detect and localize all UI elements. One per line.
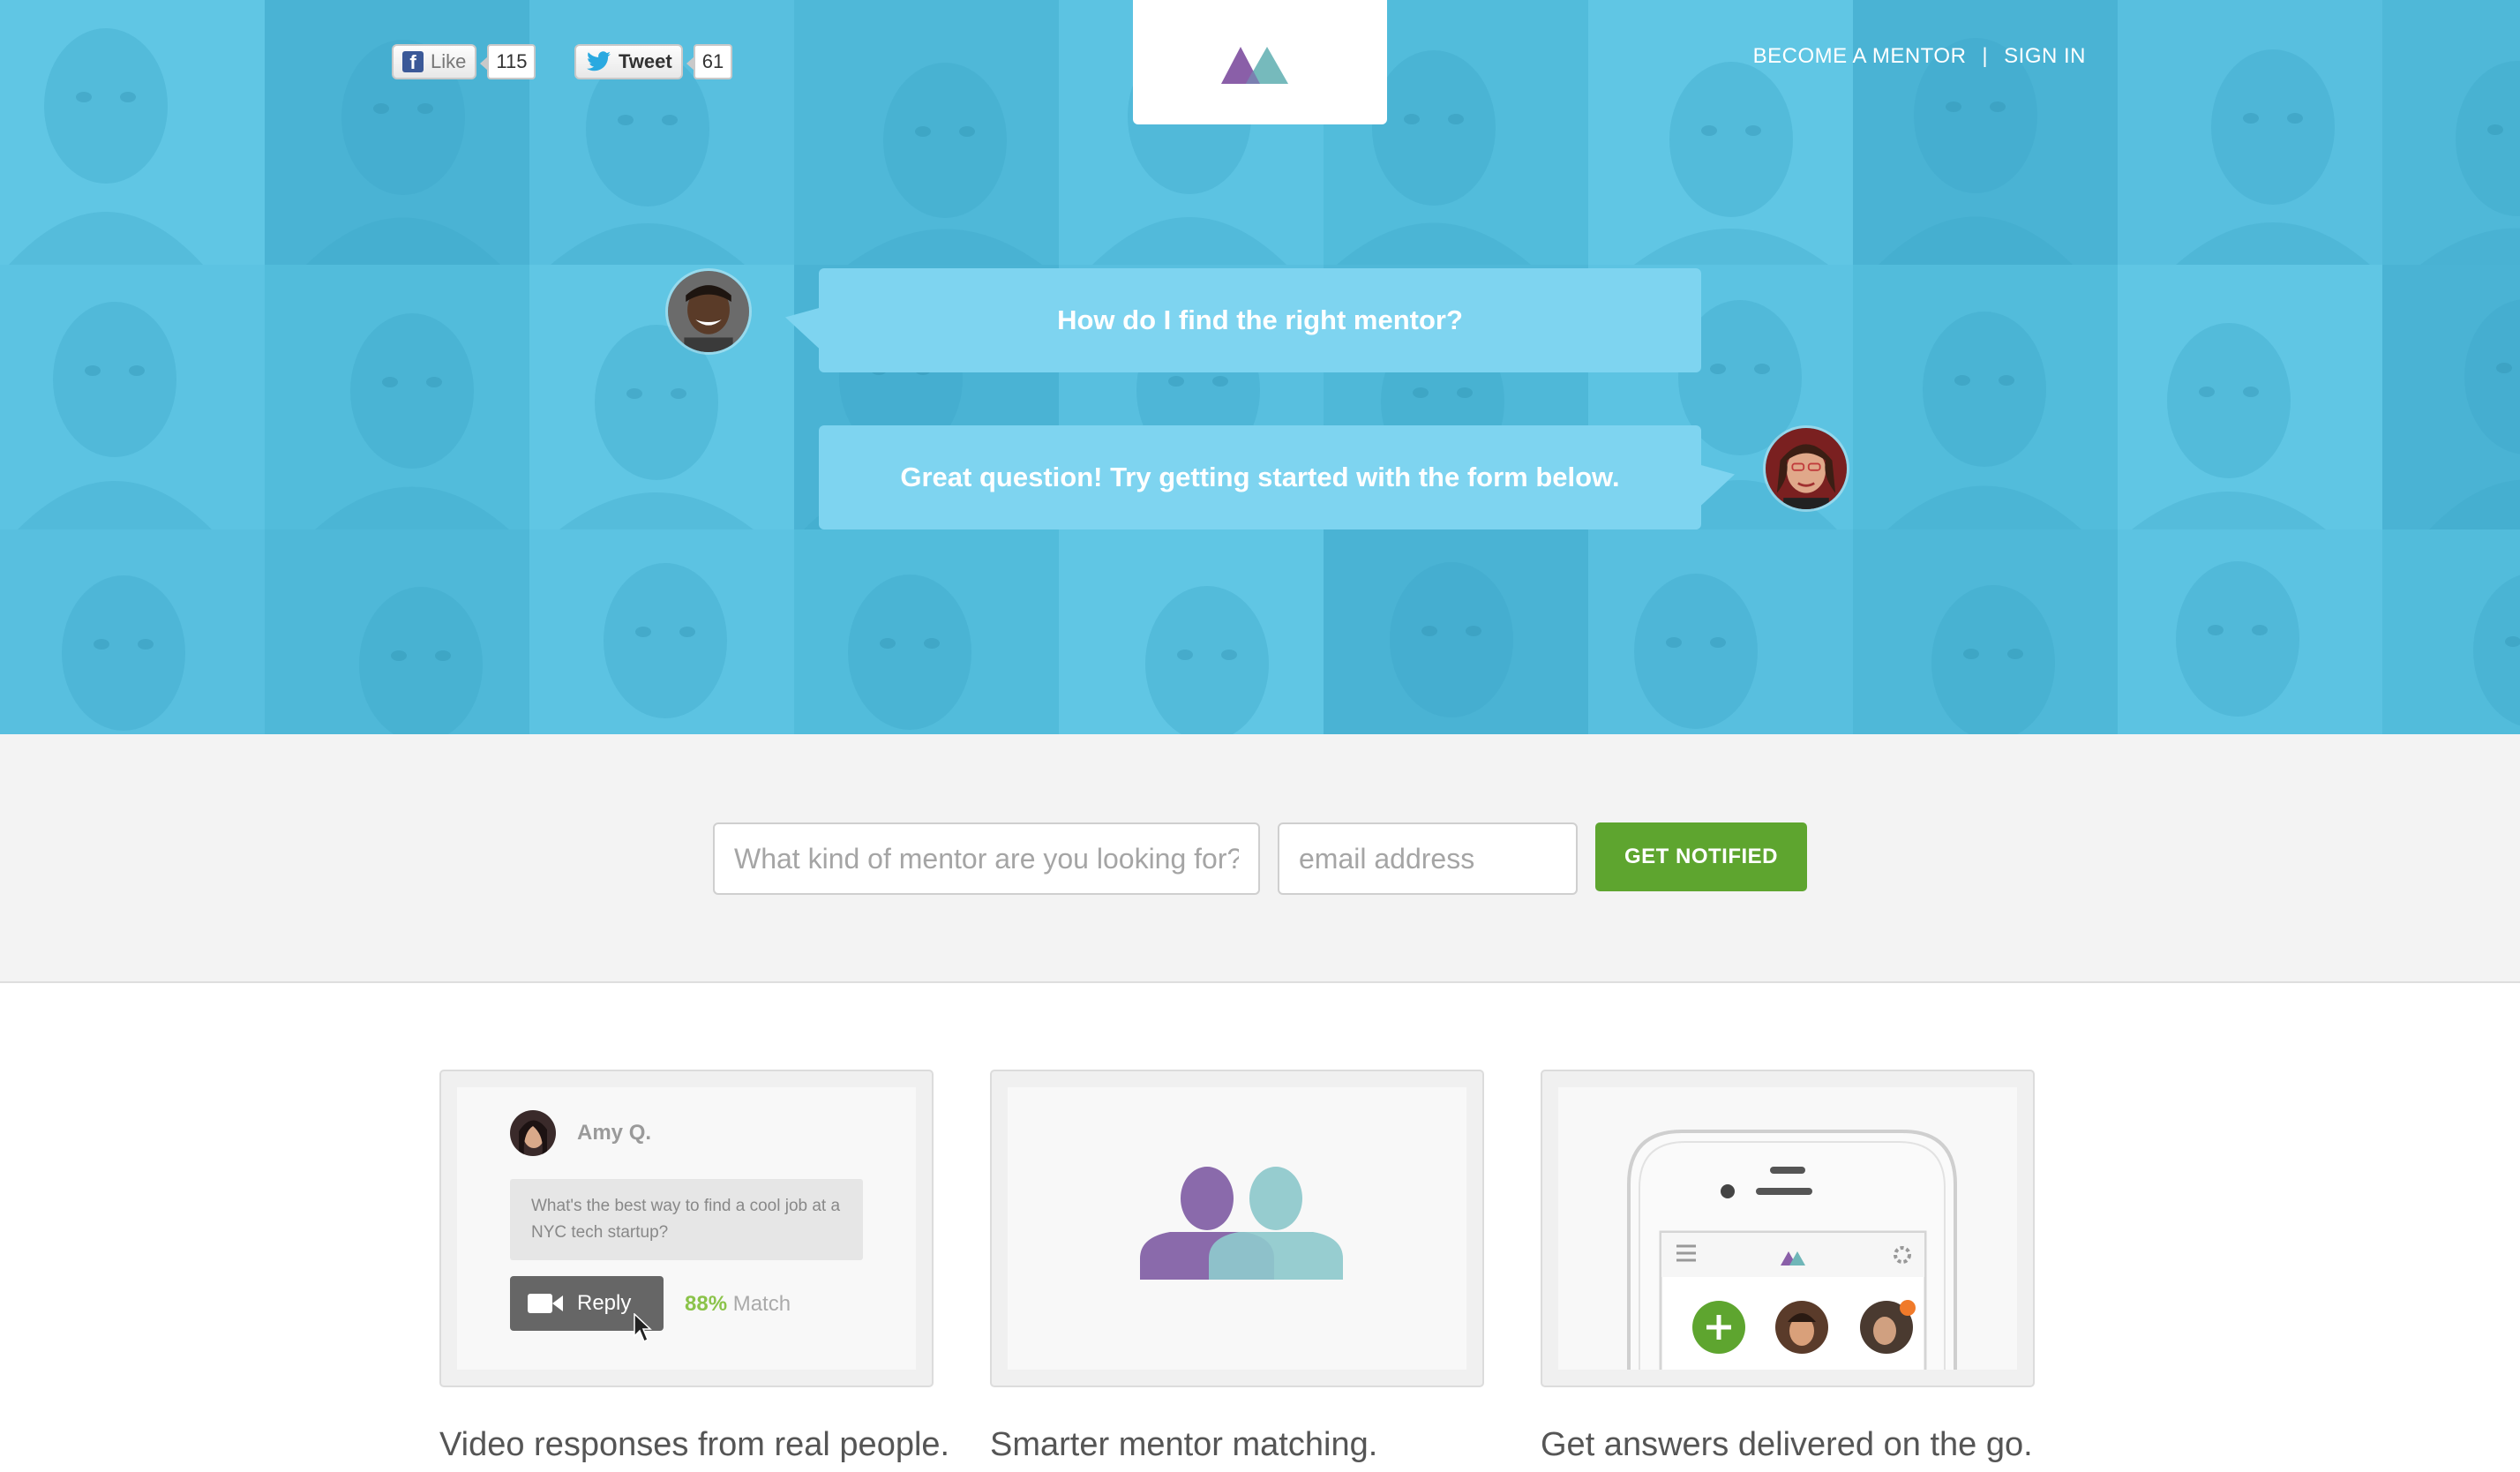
video-camera-icon <box>528 1294 563 1313</box>
hero-face-tile <box>2118 265 2382 529</box>
user-avatar <box>510 1110 556 1156</box>
top-nav: BECOME A MENTOR | SIGN IN <box>1753 44 2086 69</box>
hero-face-tile <box>2118 0 2382 265</box>
hero-face-tile <box>1853 529 2118 734</box>
mentor-search-input[interactable] <box>713 822 1260 895</box>
nav-separator: | <box>1982 44 1989 68</box>
signup-form-band: GET NOTIFIED <box>0 734 2520 983</box>
match-percent: 88% <box>685 1292 728 1316</box>
hero-face-tile <box>0 529 265 734</box>
match-label: Match <box>732 1292 791 1316</box>
mouse-cursor-icon <box>634 1313 652 1343</box>
mountains-logo-icon <box>1221 46 1288 84</box>
twitter-tweet-label: Tweet <box>619 50 672 72</box>
hero-face-tile <box>265 529 529 734</box>
sign-in-link[interactable]: SIGN IN <box>2004 44 2086 69</box>
hero-face-tile <box>265 0 529 265</box>
answer-text: Great question! Try getting started with… <box>900 462 1620 492</box>
feature-caption: Get answers delivered on the go. <box>1541 1426 2033 1463</box>
reply-label: Reply <box>577 1291 632 1315</box>
hero-face-tile <box>794 529 1059 734</box>
hero-face-tile <box>2382 0 2520 265</box>
matching-illustration <box>1008 1087 1466 1370</box>
hero-face-tile <box>0 265 265 529</box>
question-text: How do I find the right mentor? <box>1057 304 1463 335</box>
two-people-icon <box>1140 1167 1343 1280</box>
get-notified-button[interactable]: GET NOTIFIED <box>1595 822 1807 891</box>
hero-face-tile <box>2382 529 2520 734</box>
hero-face-tile <box>1324 529 1588 734</box>
hero-face-tile <box>1853 0 2118 265</box>
hero-face-tile <box>1059 529 1324 734</box>
hero-face-tile <box>529 529 794 734</box>
facebook-icon: f <box>402 51 424 73</box>
feature-mobile-answers: Get answers delivered on the go. <box>1541 1070 2035 1464</box>
facebook-like-label: Like <box>431 50 467 72</box>
question-message: What's the best way to find a cool job a… <box>510 1179 863 1260</box>
hero-face-tile <box>1853 265 2118 529</box>
site-logo[interactable] <box>1133 0 1387 124</box>
hero-face-tile <box>1588 0 1853 265</box>
phone-illustration <box>1558 1087 2017 1370</box>
facebook-like-widget: f Like 115 <box>392 44 536 79</box>
twitter-tweet-widget: Tweet 61 <box>574 44 733 79</box>
feature-mentor-matching: Smarter mentor matching. <box>990 1070 1484 1464</box>
hero-face-tile <box>265 265 529 529</box>
hero-face-tile <box>1588 529 1853 734</box>
twitter-tweet-button[interactable]: Tweet <box>574 44 683 79</box>
become-mentor-link[interactable]: BECOME A MENTOR <box>1753 44 1967 69</box>
facebook-like-button[interactable]: f Like <box>392 44 477 79</box>
asker-avatar <box>665 268 752 355</box>
feature-caption: Video responses from real people. <box>439 1426 950 1463</box>
feature-caption: Smarter mentor matching. <box>990 1426 1378 1463</box>
hero-section: f Like 115 Tweet 61 BECOME A MENTOR | SI… <box>0 0 2520 734</box>
feature-illustration-frame <box>1541 1070 2035 1387</box>
email-field[interactable] <box>1278 822 1578 895</box>
hero-face-tile <box>2382 265 2520 529</box>
hero-face-tile <box>0 0 265 265</box>
video-reply-illustration: Amy Q. What's the best way to find a coo… <box>457 1087 916 1370</box>
smartphone-icon <box>1627 1130 1957 1370</box>
facebook-like-count: 115 <box>480 44 536 79</box>
feature-illustration-frame: Amy Q. What's the best way to find a coo… <box>439 1070 934 1387</box>
match-score: 88% Match <box>685 1292 791 1317</box>
hero-face-tile <box>2118 529 2382 734</box>
answer-bubble: Great question! Try getting started with… <box>819 425 1701 529</box>
twitter-tweet-count: 61 <box>686 44 733 79</box>
twitter-bird-icon <box>587 51 611 71</box>
feature-illustration-frame <box>990 1070 1484 1387</box>
hero-face-tile <box>794 0 1059 265</box>
user-name: Amy Q. <box>577 1121 652 1145</box>
feature-video-responses: Amy Q. What's the best way to find a coo… <box>439 1070 950 1464</box>
mentor-avatar <box>1763 425 1849 512</box>
hero-face-tile <box>529 0 794 265</box>
question-bubble: How do I find the right mentor? <box>819 268 1701 372</box>
hero-face-tile <box>529 265 794 529</box>
